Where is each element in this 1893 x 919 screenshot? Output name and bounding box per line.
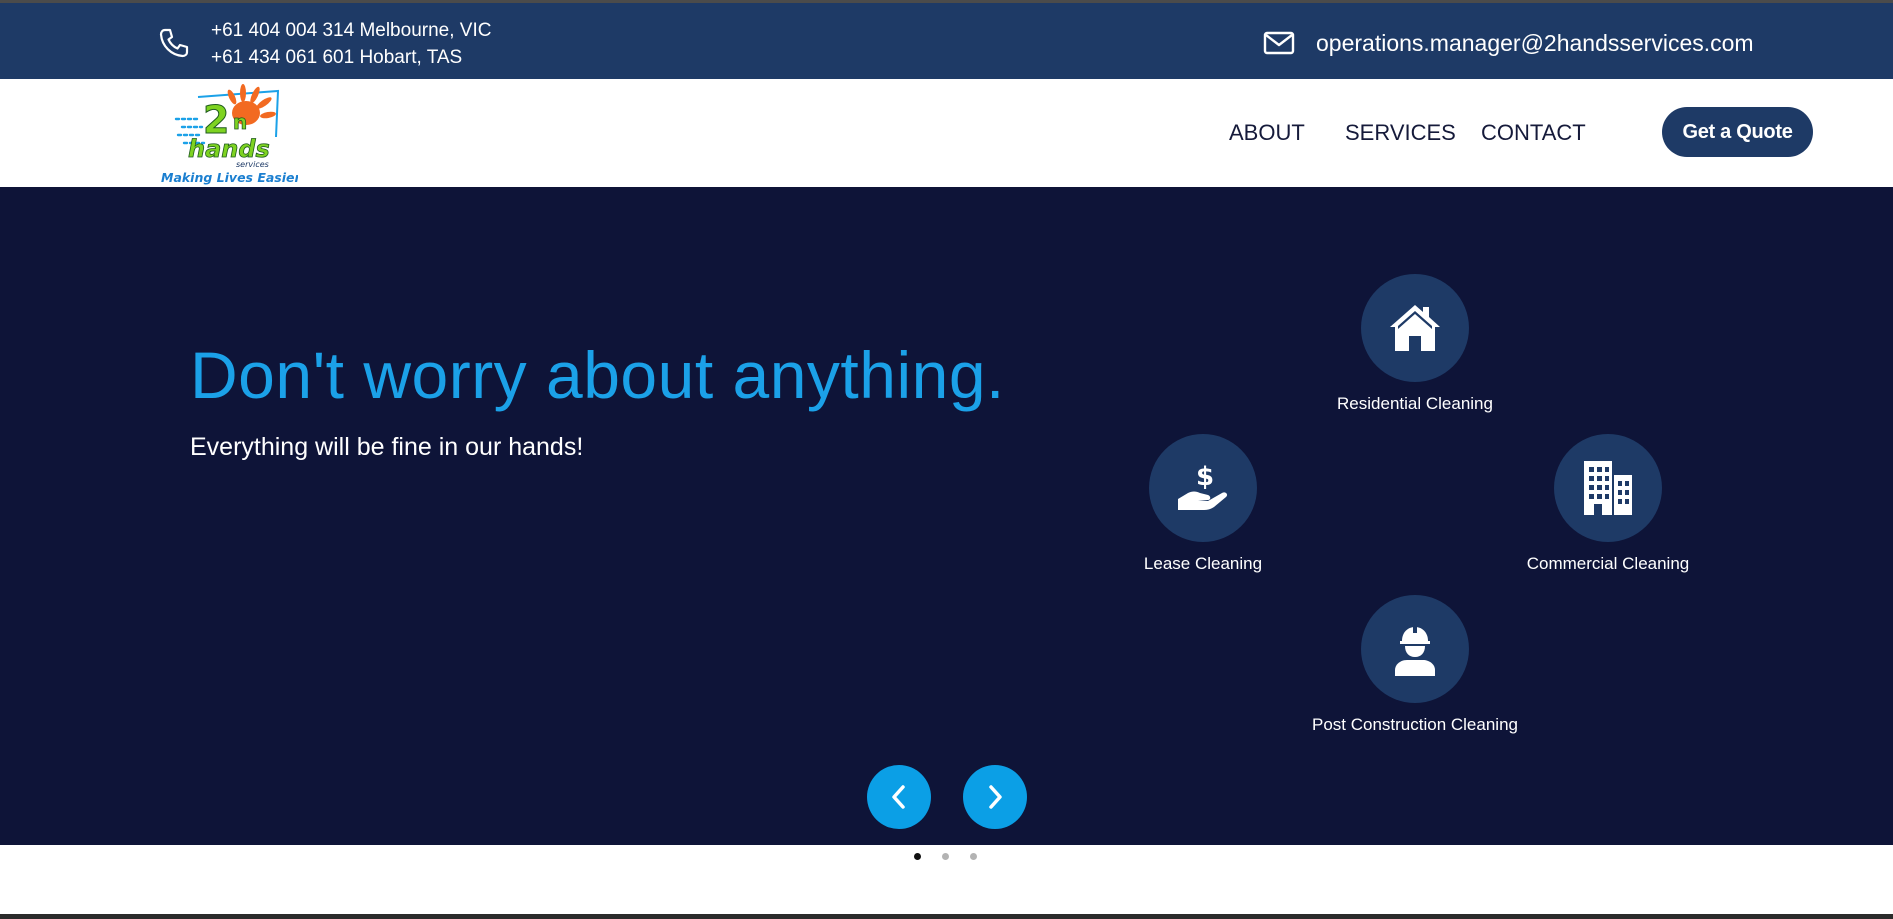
logo[interactable]: 2 n hands services Making Lives Easier: [158, 81, 298, 187]
service-commercial-label: Commercial Cleaning: [1526, 554, 1690, 573]
logo-wordmark: hands: [188, 135, 270, 163]
get-a-quote-button[interactable]: Get a Quote: [1662, 107, 1813, 157]
service-commercial[interactable]: Commercial Cleaning: [1488, 434, 1728, 574]
house-icon: [1390, 305, 1440, 351]
chevron-right-icon: [989, 785, 1002, 809]
service-residential-label: Residential Cleaning: [1337, 394, 1493, 413]
service-post-construction-label: Post Construction Cleaning: [1311, 715, 1518, 734]
building-icon: [1584, 461, 1632, 515]
phone-icon: [159, 28, 189, 58]
logo-services-word: services: [236, 160, 269, 169]
carousel-dot-3[interactable]: [970, 853, 977, 860]
mail-icon: [1263, 31, 1295, 55]
service-lease[interactable]: $ Lease Cleaning: [1083, 434, 1323, 574]
phone-melbourne[interactable]: +61 404 004 314 Melbourne, VIC: [211, 17, 491, 44]
hero-headline: Don't worry about anything.: [190, 338, 1005, 412]
window-bottom-edge: [0, 914, 1893, 919]
email-link[interactable]: operations.manager@2handsservices.com: [1316, 29, 1754, 57]
phone-numbers[interactable]: +61 404 004 314 Melbourne, VIC +61 434 0…: [211, 17, 491, 71]
logo-tagline: Making Lives Easier: [161, 170, 298, 185]
logo-small-n: n: [233, 110, 247, 134]
service-commercial-circle[interactable]: [1554, 434, 1662, 542]
svg-text:$: $: [1196, 462, 1214, 492]
worker-icon: [1395, 625, 1435, 676]
hero-subline: Everything will be fine in our hands!: [190, 433, 584, 461]
service-lease-label: Lease Cleaning: [1143, 554, 1263, 573]
service-post-construction-circle[interactable]: [1361, 595, 1469, 703]
main-navbar: 2 n hands services Making Lives Easier A…: [0, 79, 1893, 187]
top-contact-bar: +61 404 004 314 Melbourne, VIC +61 434 0…: [0, 0, 1893, 79]
carousel-dots: [914, 853, 977, 860]
service-residential-circle[interactable]: [1361, 274, 1469, 382]
nav-about[interactable]: ABOUT: [1229, 79, 1305, 187]
phone-hobart[interactable]: +61 434 061 601 Hobart, TAS: [211, 44, 491, 71]
carousel-dot-2[interactable]: [942, 853, 949, 860]
hand-dollar-icon: $: [1178, 462, 1228, 510]
nav-contact[interactable]: CONTACT: [1481, 79, 1586, 187]
carousel-prev-button[interactable]: [867, 765, 931, 829]
service-lease-circle[interactable]: $: [1149, 434, 1257, 542]
hero-slider: Don't worry about anything. Everything w…: [0, 187, 1893, 845]
service-post-construction[interactable]: Post Construction Cleaning: [1295, 595, 1535, 735]
nav-services[interactable]: SERVICES: [1345, 79, 1456, 187]
chevron-left-icon: [892, 785, 905, 809]
carousel-dot-1[interactable]: [914, 853, 921, 860]
service-residential[interactable]: Residential Cleaning: [1295, 274, 1535, 414]
carousel-next-button[interactable]: [963, 765, 1027, 829]
